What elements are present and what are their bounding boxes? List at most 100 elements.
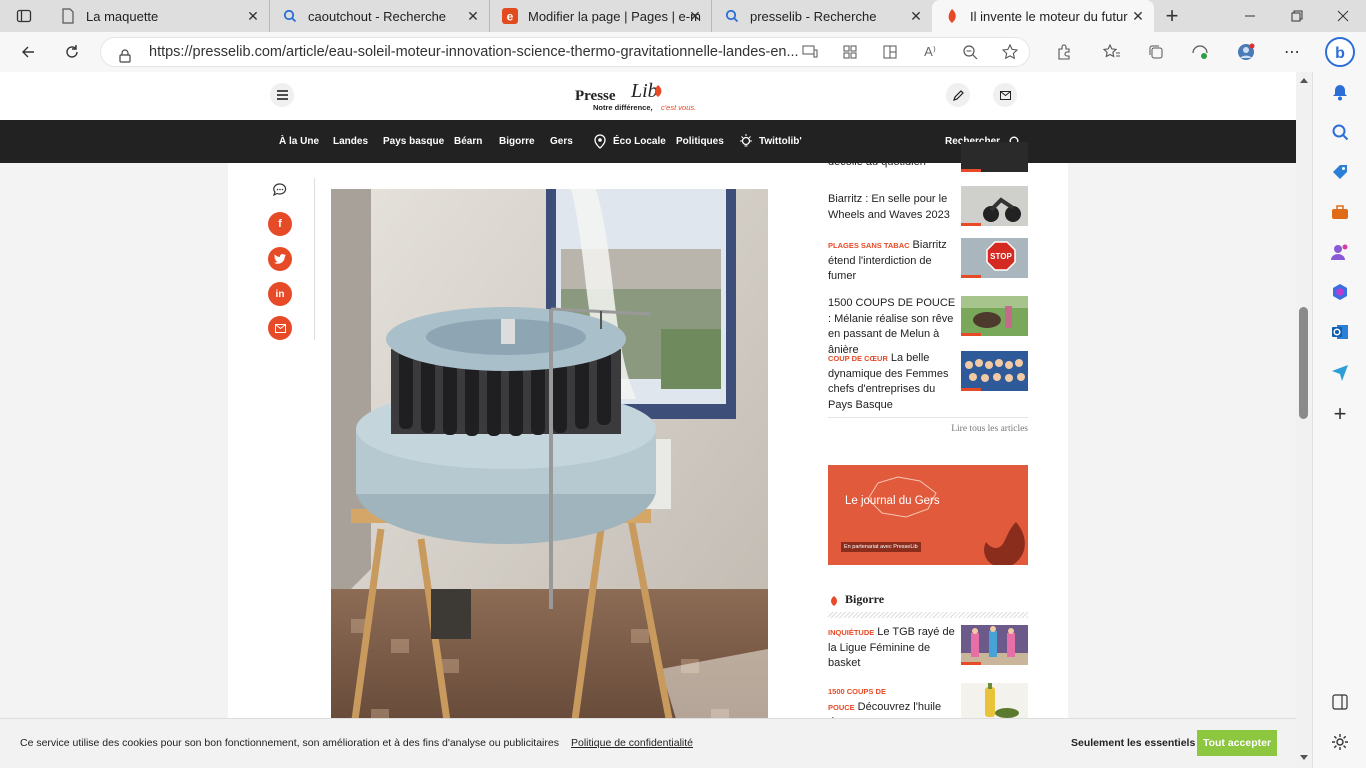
apps-grid-icon[interactable] bbox=[836, 38, 864, 66]
newsletter-button[interactable] bbox=[993, 83, 1017, 107]
article-thumbnail bbox=[961, 625, 1028, 665]
article-photo bbox=[331, 189, 768, 768]
nav-bigorre[interactable]: Bigorre bbox=[499, 120, 535, 163]
minimize-icon[interactable] bbox=[1236, 2, 1264, 30]
performance-icon[interactable] bbox=[1186, 38, 1214, 66]
share-twitter-button[interactable] bbox=[268, 247, 292, 271]
search-icon bbox=[724, 8, 740, 24]
tab-title: caoutchout - Recherche bbox=[308, 8, 447, 24]
close-icon[interactable]: ✕ bbox=[245, 8, 261, 24]
sidebar-layout-icon[interactable] bbox=[1330, 692, 1350, 712]
section-divider bbox=[828, 612, 1028, 618]
edit-button[interactable] bbox=[946, 83, 970, 107]
article-thumbnail: STOP bbox=[961, 238, 1028, 278]
lock-icon[interactable] bbox=[119, 45, 131, 66]
nav-landes[interactable]: Landes bbox=[333, 120, 368, 163]
close-icon[interactable]: ✕ bbox=[1130, 8, 1146, 24]
share-facebook-button[interactable]: f bbox=[268, 212, 292, 236]
tab-5-active[interactable]: Il invente le moteur du futur ✕ bbox=[932, 0, 1154, 32]
browser-tab-bar: La maquette ✕ caoutchout - Recherche ✕ e… bbox=[0, 0, 1366, 32]
page-viewport: Presse Lib Notre différence, c'est vous.… bbox=[0, 72, 1312, 768]
restore-icon[interactable] bbox=[1283, 2, 1311, 30]
page-scrollbar[interactable] bbox=[1296, 72, 1312, 768]
site-logo[interactable]: Presse Lib Notre différence, c'est vous. bbox=[575, 80, 715, 114]
menu-icon bbox=[276, 90, 288, 100]
article-thumbnail bbox=[961, 186, 1028, 226]
presselib-icon bbox=[944, 8, 960, 24]
favorite-star-icon[interactable] bbox=[996, 38, 1024, 66]
tag-shopping-icon[interactable] bbox=[1330, 162, 1350, 182]
extensions-puzzle-icon[interactable] bbox=[1050, 38, 1078, 66]
settings-gear-icon[interactable] bbox=[1330, 732, 1350, 752]
close-window-icon[interactable] bbox=[1329, 2, 1357, 30]
games-people-icon[interactable] bbox=[1330, 242, 1350, 262]
facebook-icon: f bbox=[278, 218, 282, 230]
svg-text:e: e bbox=[507, 10, 514, 24]
article-thumbnail bbox=[961, 142, 1028, 172]
share-linkedin-button[interactable]: in bbox=[268, 282, 292, 306]
tab-actions-icon[interactable] bbox=[10, 2, 38, 30]
article-thumbnail bbox=[961, 683, 1028, 719]
read-aloud-device-icon[interactable] bbox=[796, 38, 824, 66]
scroll-up-icon[interactable] bbox=[1299, 76, 1309, 84]
logo-flame-icon bbox=[653, 84, 663, 97]
zoom-icon[interactable] bbox=[956, 38, 984, 66]
add-sidebar-app-icon[interactable]: + bbox=[1330, 401, 1350, 426]
scroll-down-icon[interactable] bbox=[1299, 754, 1309, 762]
nav-pays-basque[interactable]: Pays basque bbox=[383, 120, 444, 163]
site-navigation: À la Une Landes Pays basque Béarn Bigorr… bbox=[0, 120, 1296, 163]
mail-icon bbox=[999, 90, 1011, 100]
bell-icon[interactable] bbox=[1330, 82, 1350, 102]
comment-icon[interactable] bbox=[272, 182, 288, 203]
url-text: https://presselib.com/article/eau-soleil… bbox=[149, 44, 799, 60]
close-icon[interactable]: ✕ bbox=[687, 8, 703, 24]
refresh-icon[interactable] bbox=[58, 38, 86, 66]
tab-4[interactable]: presselib - Recherche ✕ bbox=[712, 0, 932, 32]
article-title: COUP DE CŒUR La belle dynamique des Femme… bbox=[828, 351, 956, 413]
extensions-split-icon[interactable] bbox=[876, 38, 904, 66]
nav-politiques[interactable]: Politiques bbox=[676, 120, 724, 163]
tab-title: Il invente le moteur du futur bbox=[970, 8, 1128, 24]
search-icon[interactable] bbox=[1330, 122, 1350, 142]
engine-prototype-image bbox=[331, 189, 768, 768]
toolbox-icon[interactable] bbox=[1330, 202, 1350, 222]
close-icon[interactable]: ✕ bbox=[908, 8, 924, 24]
bing-copilot-icon[interactable]: b bbox=[1324, 36, 1356, 68]
article-kicker: COUP DE CŒUR bbox=[828, 354, 888, 363]
favorites-icon[interactable] bbox=[1098, 38, 1126, 66]
tab-1[interactable]: La maquette ✕ bbox=[48, 0, 270, 32]
hamburger-menu-button[interactable] bbox=[270, 83, 294, 107]
microsoft365-icon[interactable] bbox=[1330, 282, 1350, 302]
section-heading-bigorre[interactable]: Bigorre bbox=[845, 592, 884, 607]
journal-du-gers-banner[interactable]: Le journal du Gers En partenariat avec P… bbox=[828, 465, 1028, 565]
collections-icon[interactable] bbox=[1142, 38, 1170, 66]
more-menu-icon[interactable]: ⋯ bbox=[1278, 38, 1306, 66]
privacy-policy-link[interactable]: Politique de confidentialité bbox=[571, 737, 693, 749]
nav-bearn[interactable]: Béarn bbox=[454, 120, 482, 163]
accept-all-button[interactable]: Tout accepter bbox=[1197, 730, 1277, 756]
nav-twittolib[interactable]: Twittolib' bbox=[759, 120, 802, 163]
read-all-link[interactable]: Lire tous les articles bbox=[828, 424, 1028, 434]
outlook-icon[interactable] bbox=[1330, 322, 1350, 342]
profile-avatar-icon[interactable] bbox=[1232, 38, 1260, 66]
banner-subtitle: En partenariat avec PresseLib bbox=[841, 542, 921, 552]
tab-3[interactable]: e Modifier la page | Pages | e-m ✕ bbox=[490, 0, 712, 32]
tab-title: La maquette bbox=[86, 8, 159, 24]
article-kicker: PLAGES SANS TABAC bbox=[828, 241, 910, 250]
read-aloud-icon[interactable]: A⁾ bbox=[916, 38, 944, 66]
article-title: décolle au quotidien bbox=[828, 156, 926, 168]
send-drop-icon[interactable] bbox=[1330, 362, 1350, 382]
share-email-button[interactable] bbox=[268, 316, 292, 340]
essentials-only-button[interactable]: Seulement les essentiels bbox=[1071, 737, 1195, 749]
nav-a-la-une[interactable]: À la Une bbox=[279, 120, 319, 163]
new-tab-icon[interactable]: + bbox=[1158, 2, 1186, 30]
scrollbar-thumb[interactable] bbox=[1299, 307, 1308, 419]
share-divider bbox=[314, 178, 315, 340]
back-icon[interactable] bbox=[14, 38, 42, 66]
nav-eco-locale[interactable]: Éco Locale bbox=[613, 120, 666, 163]
svg-text:STOP: STOP bbox=[990, 252, 1012, 261]
tab-2[interactable]: caoutchout - Recherche ✕ bbox=[270, 0, 490, 32]
article-thumbnail bbox=[961, 351, 1028, 391]
close-icon[interactable]: ✕ bbox=[465, 8, 481, 24]
nav-gers[interactable]: Gers bbox=[550, 120, 573, 163]
